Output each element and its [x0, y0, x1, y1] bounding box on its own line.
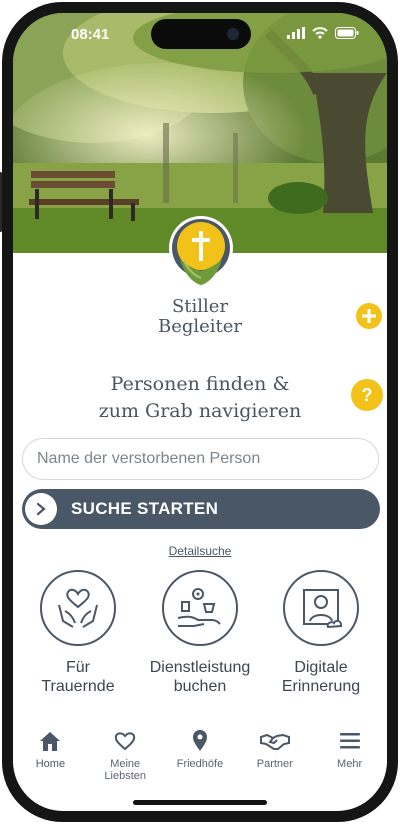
brand-name-line1: Stiller: [171, 296, 229, 317]
service-hand-icon: [162, 570, 238, 646]
wifi-icon: [312, 27, 328, 39]
dynamic-island: [151, 19, 251, 49]
headline-line2: zum Grab navigieren: [98, 400, 302, 422]
bottom-tab-bar: Home Meine Liebsten Friedhöfe Partner Me…: [13, 729, 387, 782]
phone-frame: 08:41 Stiller Begleiter ? Personen finde…: [0, 2, 398, 822]
location-pin-icon: [163, 729, 237, 753]
status-icons: [287, 27, 359, 39]
camera-icon: [227, 28, 239, 40]
brand-name-line2: Begleiter: [157, 316, 243, 337]
app-logo: [168, 215, 234, 289]
detail-search-link[interactable]: Detailsuche: [13, 544, 387, 558]
status-time: 08:41: [71, 26, 110, 43]
tab-friedhoefe[interactable]: Friedhöfe: [163, 729, 237, 770]
feature-label: Für Trauernde: [41, 659, 115, 695]
handshake-icon: [238, 729, 312, 753]
search-start-label: SUCHE STARTEN: [71, 499, 219, 518]
cross-leaf-logo-icon: [169, 216, 233, 285]
heart-icon: [88, 729, 162, 753]
tab-home[interactable]: Home: [13, 729, 87, 770]
home-indicator[interactable]: [133, 800, 267, 805]
feature-digital-memorial[interactable]: Digitale Erinnerung: [261, 570, 381, 696]
feature-label: Digitale Erinnerung: [281, 659, 361, 695]
app-screen: 08:41 Stiller Begleiter ? Personen finde…: [13, 13, 387, 811]
battery-icon: [335, 27, 359, 39]
signal-icon: [287, 27, 305, 39]
plus-icon: [362, 309, 376, 323]
menu-icon: [313, 729, 387, 753]
tab-partner[interactable]: Partner: [238, 729, 312, 770]
add-button[interactable]: [356, 303, 382, 329]
digital-memorial-icon: [283, 570, 359, 646]
feature-label: Dienstleistung buchen: [149, 659, 251, 695]
heart-hands-icon: [40, 570, 116, 646]
tab-mehr[interactable]: Mehr: [313, 729, 387, 770]
feature-for-mourners[interactable]: Für Trauernde: [18, 570, 138, 696]
feature-book-service[interactable]: Dienstleistung buchen: [140, 570, 260, 696]
search-start-button[interactable]: SUCHE STARTEN: [22, 489, 380, 529]
headline-line1: Personen finden &: [110, 373, 290, 395]
chevron-right-icon: [25, 493, 57, 525]
search-input[interactable]: [22, 438, 379, 480]
home-icon: [13, 729, 87, 753]
status-bar: 08:41: [13, 13, 387, 57]
tab-meine-liebsten[interactable]: Meine Liebsten: [88, 729, 162, 782]
